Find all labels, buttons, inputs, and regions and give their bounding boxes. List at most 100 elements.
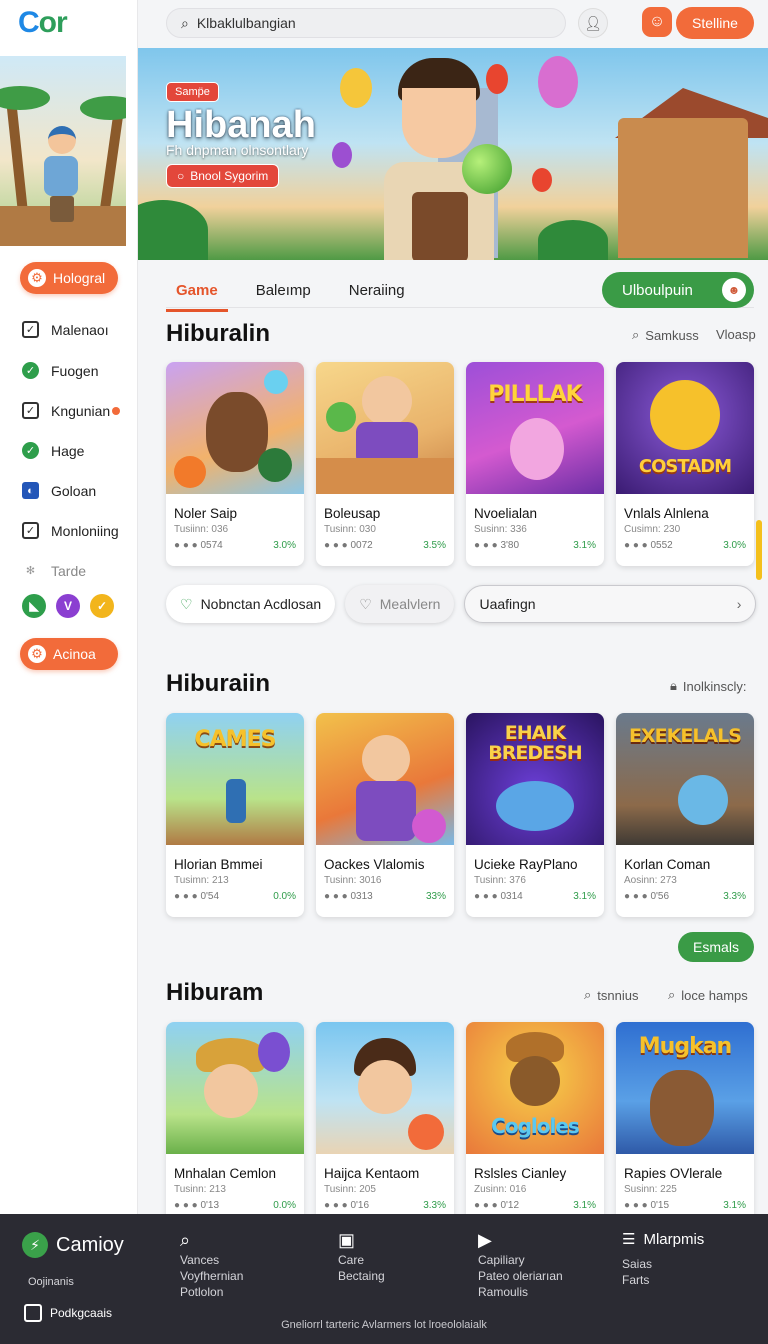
game-card[interactable]: EXEKELALS Korlan Coman Aosinn: 273 ● ● ●… [616, 713, 754, 917]
game-card[interactable]: PILLLAK Nvoelialan Susinn: 336 ● ● ● 3'8… [466, 362, 604, 566]
game-card[interactable]: Mnhalan Cemlon Tusinn: 213 ● ● ● 0'13 0.0… [166, 1022, 304, 1226]
footer-brand[interactable]: ⚡︎ Camioy [22, 1232, 124, 1258]
social-icon-yellow[interactable]: ✓ [90, 594, 114, 618]
search-icon: ⌕ [180, 1230, 191, 1250]
game-card[interactable]: Mugkan Rapies OVlerale Susinn: 225 ● ● ●… [616, 1022, 754, 1226]
sidebar-item[interactable]: ✓ Malenaoı [22, 321, 109, 338]
section-title: Hiburam [166, 979, 264, 1006]
game-stats: ● ● ● 0314 3.1% [474, 891, 596, 902]
more-button[interactable]: Esmals [678, 932, 754, 962]
sidebar-secondary-button[interactable]: ⚙ Acinoa [20, 638, 118, 670]
game-grid: Noler Saip Tusiinn: 036 ● ● ● 0574 3.0% B… [166, 362, 754, 566]
game-meta: Aosinn: 273 [624, 875, 677, 886]
game-title: Boleusap [324, 506, 381, 521]
footer-link[interactable]: Ramoulis [478, 1284, 563, 1300]
filter-pill-primary[interactable]: ♡ Nobnctan Acdlosan [166, 585, 336, 623]
section-tag-link[interactable]: ⌕ loce hamps [668, 987, 748, 1003]
footer-link[interactable]: Bectaing [338, 1268, 385, 1284]
section-search-link[interactable]: ⌕ tsnnius [584, 987, 638, 1003]
hero-button[interactable]: ○ Bnool Sygorim [166, 164, 280, 188]
footer: ⚡︎ Camioy Oojinanis Podkgcaais ⌕ Vances … [0, 1214, 768, 1344]
filter-pills: ♡ Nobnctan Acdlosan ♡ Mealvlern Uaafingn… [166, 585, 757, 623]
tab-third[interactable]: Neraiing [339, 272, 415, 312]
profile-button[interactable]: 👤︎ [578, 8, 608, 38]
hero-title: Hibanah [166, 104, 316, 146]
game-card[interactable]: Boleusap Tusinn: 030 ● ● ● 0072 3.5% [316, 362, 454, 566]
footer-link[interactable]: Saias [622, 1256, 704, 1272]
social-icon-green[interactable]: ◣ [22, 594, 46, 618]
sidebar-promo-image[interactable] [0, 56, 126, 246]
filter-pill-favorite[interactable]: ♡ Mealvlern [345, 585, 455, 623]
sidebar-item[interactable]: ✓ Monloniing [22, 522, 119, 539]
sidebar-primary-button[interactable]: ⚙ Hologral [20, 262, 118, 294]
game-title: Rapies OVlerale [624, 1166, 723, 1181]
sidebar: Cor ⚙ Hologral ✓ Malenaoı ✓ Fuogen ✓ Kng… [0, 0, 138, 1214]
app-icon[interactable]: ☺ [642, 7, 672, 37]
sidebar-item[interactable]: ✓ Kngunian [22, 402, 121, 419]
game-title: Vnlals Alnlena [624, 506, 709, 521]
game-meta: Tusinn: 3016 [324, 875, 382, 886]
footer-link[interactable]: Vances [180, 1252, 243, 1268]
section-search-link[interactable]: ⌕ Samkuss [632, 327, 699, 343]
game-stats: ● ● ● 0313 33% [324, 891, 446, 902]
sidebar-item[interactable]: ✻ Tarde [22, 562, 86, 579]
game-stats: ● ● ● 3'80 3.1% [474, 540, 596, 551]
section-view-link[interactable]: Vloasp [716, 327, 756, 342]
footer-link[interactable]: Potlolon [180, 1284, 243, 1300]
section-title: Hiburaiin [166, 670, 271, 697]
checkbox-icon: ✓ [22, 522, 39, 539]
sidebar-item[interactable]: ✓ Hage [22, 442, 84, 459]
footer-link[interactable]: Capiliary [478, 1252, 563, 1268]
sidebar-item[interactable]: ✓ Fuogen [22, 362, 98, 379]
square-icon: ▣ [338, 1230, 356, 1250]
search-icon: ⌕ [632, 327, 640, 342]
game-thumbnail: PILLLAK [466, 362, 604, 494]
game-card[interactable]: Cogloles Rslsles Cianley Zusinn: 016 ● ●… [466, 1022, 604, 1226]
social-icon-purple[interactable]: V [56, 594, 80, 618]
tab-cta-button[interactable]: Ulboulpuin ☻ [602, 272, 754, 308]
game-card[interactable]: Oackes Vlalomis Tusinn: 3016 ● ● ● 0313 3… [316, 713, 454, 917]
app-logo[interactable]: Cor [18, 6, 68, 40]
scroll-indicator[interactable] [756, 520, 762, 580]
game-grid: Mnhalan Cemlon Tusinn: 213 ● ● ● 0'13 0.0… [166, 1022, 754, 1226]
checkbox-icon: ✓ [22, 321, 39, 338]
gear-icon: ⚙ [28, 269, 46, 287]
section-lock-link[interactable]: 🔒︎ Inolkinscly: [670, 678, 747, 694]
sidebar-item[interactable]: ◐ Goloan [22, 482, 96, 499]
game-stats: ● ● ● 0'12 3.1% [474, 1200, 596, 1211]
search-icon: ⌕ [181, 14, 189, 31]
tab-game[interactable]: Game [166, 272, 228, 312]
footer-link[interactable]: Voyfhernian [180, 1268, 243, 1284]
game-card[interactable]: Haijca Kentaom Tusinn: 205 ● ● ● 0'16 3.3… [316, 1022, 454, 1226]
menu-icon: ☰ [622, 1231, 636, 1248]
footer-col-play: ▶ Capiliary Pateo oleriarıan Ramoulis [478, 1231, 563, 1300]
footer-link[interactable]: Pateo oleriarıan [478, 1268, 563, 1284]
game-card[interactable]: COSTADM Vnlals Alnlena Cusimn: 230 ● ● ●… [616, 362, 754, 566]
circle-icon: ○ [177, 169, 185, 183]
section-title: Hiburalin [166, 320, 271, 347]
game-title: Korlan Coman [624, 857, 711, 872]
gear-icon: ⚙ [28, 645, 46, 663]
footer-col-box: ▣ Care Bectaing [338, 1230, 385, 1284]
search-icon: ⌕ [584, 987, 592, 1002]
search-input[interactable] [196, 15, 537, 31]
game-thumbnail [166, 1022, 304, 1154]
filter-dropdown[interactable]: Uaafingn › [464, 585, 757, 623]
footer-link[interactable]: Farts [622, 1272, 704, 1288]
check-circle-icon: ✓ [22, 362, 39, 379]
checkbox-icon: ✓ [22, 402, 39, 419]
top-cta-button[interactable]: Stelline [676, 7, 754, 39]
game-meta: Tusinn: 376 [474, 875, 526, 886]
game-card[interactable]: CAMES Hlorian Bmmei Tusimn: 213 ● ● ● 0'… [166, 713, 304, 917]
hero-subtitle: Fh dnpman olnsontlary [166, 142, 309, 158]
game-title: Nvoelialan [474, 506, 538, 521]
tab-second[interactable]: Baleımp [246, 272, 321, 312]
footer-link[interactable]: Care [338, 1252, 385, 1268]
search-bar[interactable]: ⌕ [166, 8, 566, 38]
game-card[interactable]: Noler Saip Tusiinn: 036 ● ● ● 0574 3.0% [166, 362, 304, 566]
game-thumbnail [166, 362, 304, 494]
game-title: Rslsles Cianley [474, 1166, 567, 1181]
game-title: Oackes Vlalomis [324, 857, 425, 872]
game-meta: Tusimn: 213 [174, 875, 229, 886]
game-card[interactable]: EHAIK BREDESH Ucieke RayPlano Tusinn: 37… [466, 713, 604, 917]
